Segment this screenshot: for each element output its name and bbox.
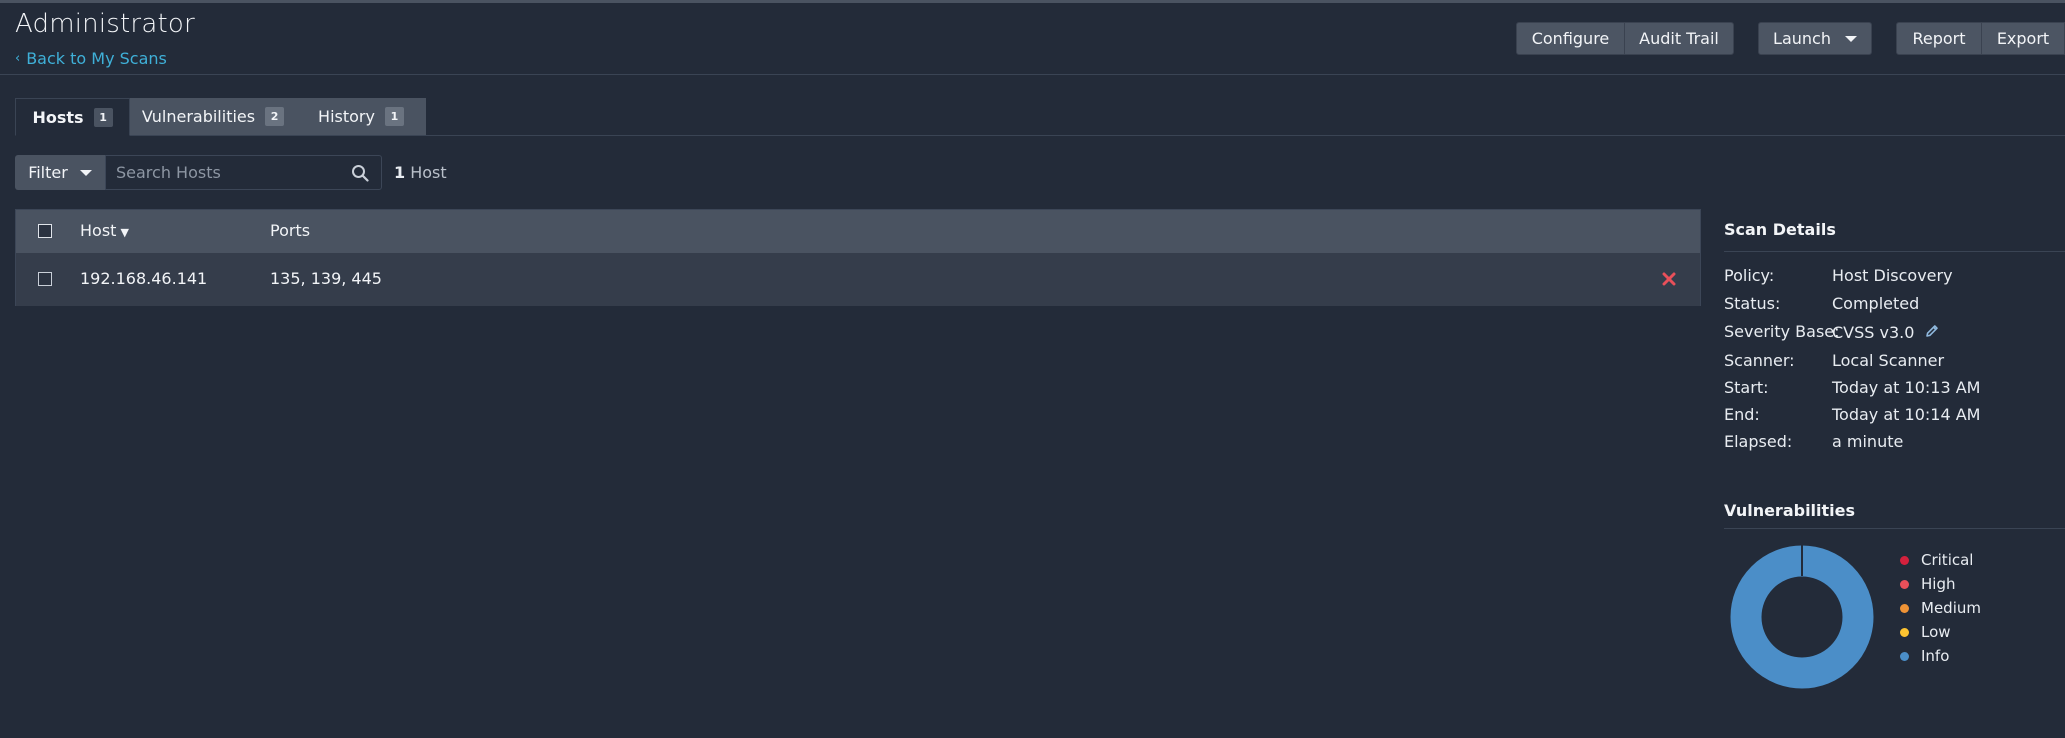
legend-label: Medium [1921,599,1981,617]
search-hosts-box [105,155,382,190]
legend-label: Low [1921,623,1951,641]
column-header-ports[interactable]: Ports [270,221,310,240]
legend-label: Critical [1921,551,1974,569]
donut-segment-info[interactable] [1730,545,1874,689]
audit-trail-button[interactable]: Audit Trail [1624,22,1734,55]
tab-count-badge: 1 [384,107,404,126]
vulnerabilities-donut-chart[interactable] [1730,545,1874,689]
export-button[interactable]: Export [1981,22,2065,55]
detail-value-start: Today at 10:13 AM [1832,378,1981,397]
detail-value-status: Completed [1832,294,1920,313]
vulnerabilities-legend: Critical High Medium Low Info [1900,548,1981,668]
detail-value-severity-base: CVSS v3.0 [1832,323,1915,342]
tab-count-badge: 2 [265,107,285,126]
host-count-number: 1 [394,163,406,182]
caret-down-icon [79,169,92,176]
page-title: Administrator [15,9,195,39]
edit-pencil-icon[interactable] [1924,323,1940,339]
tab-label: History [318,107,375,126]
filter-dropdown-button[interactable]: Filter [15,155,105,190]
detail-value-elapsed: a minute [1832,432,1904,451]
legend-label: Info [1921,647,1950,665]
legend-label: High [1921,575,1956,593]
tab-label: Vulnerabilities [141,107,256,126]
row-checkbox[interactable] [38,272,52,286]
sort-desc-icon: ▼ [120,226,129,239]
vulnerabilities-divider [1724,528,2065,529]
legend-item-low[interactable]: Low [1900,620,1981,644]
host-count: 1 Host [394,163,447,182]
column-header-host[interactable]: Host ▼ [80,221,129,240]
legend-item-medium[interactable]: Medium [1900,596,1981,620]
report-button[interactable]: Report [1896,22,1982,55]
caret-down-icon [1844,35,1857,42]
header-divider [0,74,2065,75]
host-cell[interactable]: 192.168.46.141 [80,269,207,288]
scan-details-divider [1724,251,2065,252]
configure-button[interactable]: Configure [1516,22,1625,55]
severity-dot-critical [1900,555,1909,565]
select-all-checkbox[interactable] [38,224,52,238]
legend-item-critical[interactable]: Critical [1900,548,1981,572]
back-link-label: Back to My Scans [26,49,167,68]
detail-label-end: End: [1724,405,1760,424]
severity-dot-info [1900,651,1909,661]
detail-label-elapsed: Elapsed: [1724,432,1793,451]
tab-hosts[interactable]: Hosts 1 [15,98,130,136]
search-hosts-input[interactable] [116,156,341,189]
table-row[interactable]: 192.168.46.141 135, 139, 445 [16,253,1700,306]
ports-cell: 135, 139, 445 [270,269,382,288]
detail-label-severity-base: Severity Base: [1724,322,1840,341]
launch-button[interactable]: Launch [1758,22,1872,55]
legend-item-high[interactable]: High [1900,572,1981,596]
remove-icon[interactable] [1662,272,1676,286]
tab-vulnerabilities[interactable]: Vulnerabilities 2 [130,98,296,135]
legend-item-info[interactable]: Info [1900,644,1981,668]
scan-details-title: Scan Details [1724,220,1836,239]
tab-label: Hosts [32,107,84,127]
detail-label-policy: Policy: [1724,266,1775,285]
back-to-scans-link[interactable]: ‹ Back to My Scans [15,49,167,68]
launch-label: Launch [1773,29,1831,48]
detail-label-status: Status: [1724,294,1781,313]
hosts-table: Host ▼ Ports 192.168.46.141 135, 139, 445 [15,209,1701,306]
detail-label-start: Start: [1724,378,1769,397]
tabs-divider [15,135,2065,136]
detail-value-policy: Host Discovery [1832,266,1953,285]
tab-count-badge: 1 [93,107,113,127]
detail-label-scanner: Scanner: [1724,351,1795,370]
filter-label: Filter [28,163,68,182]
tab-history[interactable]: History 1 [296,98,426,135]
detail-value-end: Today at 10:14 AM [1832,405,1981,424]
column-header-host-label: Host [80,221,117,240]
severity-dot-low [1900,627,1909,637]
top-border [0,0,2065,3]
table-header: Host ▼ Ports [16,210,1700,253]
severity-dot-high [1900,579,1909,589]
vulnerabilities-title: Vulnerabilities [1724,501,1856,520]
detail-value-scanner: Local Scanner [1832,351,1945,370]
chevron-left-icon: ‹ [15,51,21,66]
severity-dot-medium [1900,603,1909,613]
host-count-unit: Host [410,163,447,182]
search-icon[interactable] [351,164,369,182]
